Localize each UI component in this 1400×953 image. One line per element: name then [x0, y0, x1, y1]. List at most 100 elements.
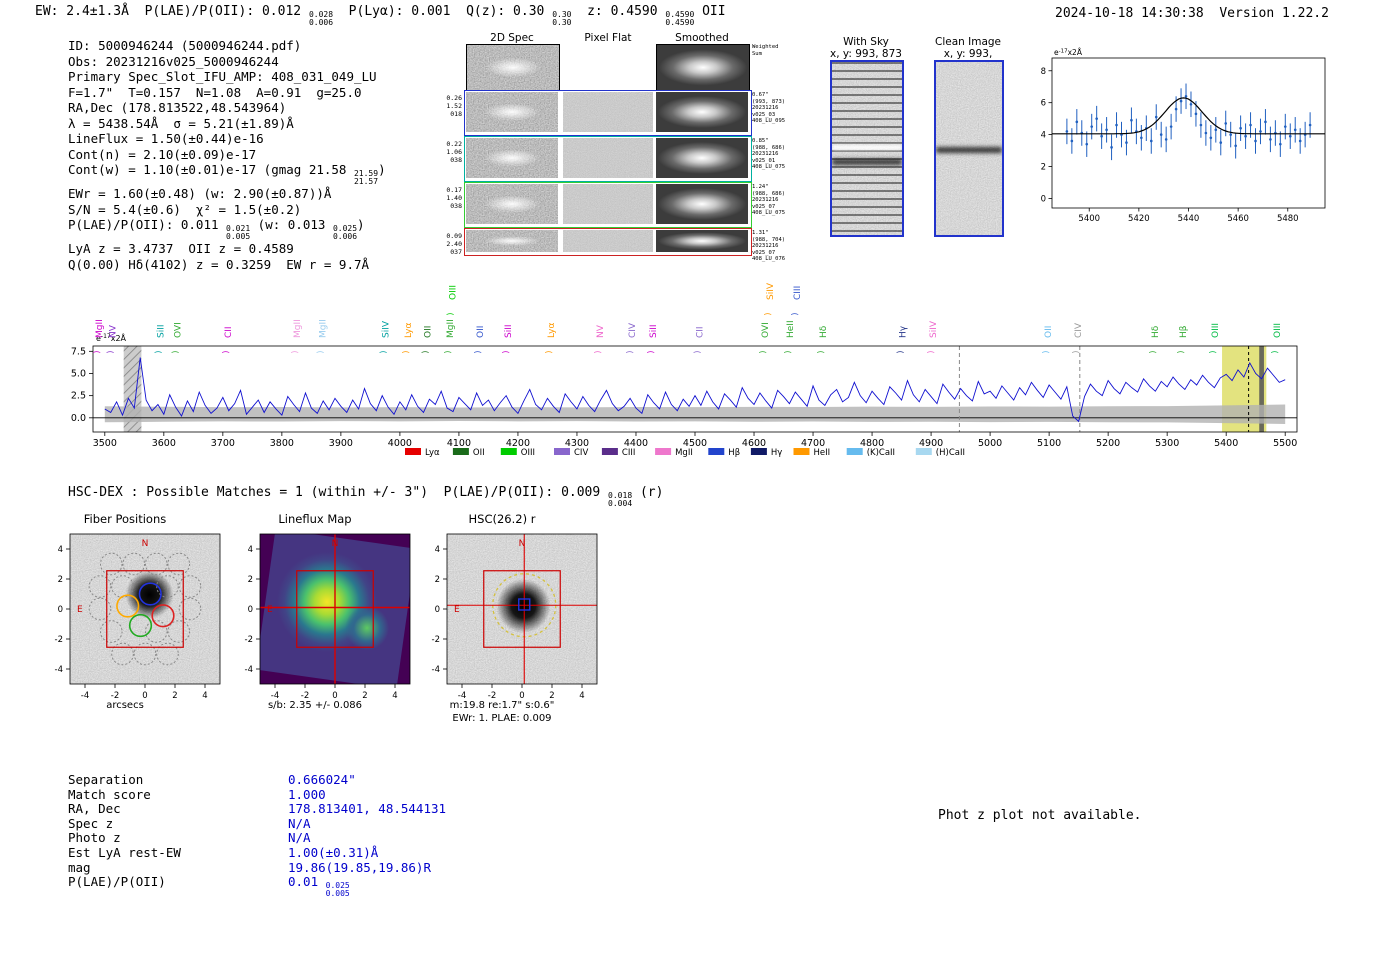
- info-line: ID: 5000946244 (5000946244.pdf): [68, 38, 302, 53]
- line-label-OVI: OVI: [173, 322, 183, 338]
- cutout-tile-spec: [466, 138, 558, 178]
- cutout-row-left-values: 0.26 1.52 018: [446, 94, 462, 118]
- line-label-Hβ: Hβ: [1179, 325, 1189, 338]
- line-label-bracket: ): [105, 350, 114, 353]
- line-label-bracket: ): [593, 350, 602, 353]
- line-label-bracket: ): [92, 350, 101, 353]
- line-label-bracket: ): [1071, 350, 1080, 353]
- info-line: LyA z = 3.4737 OII z = 0.4589: [68, 241, 294, 256]
- stacked-fraction: 21.59 21.57: [353, 169, 379, 186]
- clean-image: [934, 60, 1004, 237]
- cutout-row-right-info: 1.24" (988, 686) 20231216 v025_07 408_LU…: [752, 184, 786, 216]
- line-label-SiII: SiII: [156, 324, 166, 338]
- line-label-CII: CII: [224, 326, 234, 338]
- clean-title: Clean Image: [934, 36, 1002, 48]
- line-label-bracket: ): [1148, 350, 1157, 353]
- match-table-row: mag 19.86(19.85,19.86)R: [68, 860, 446, 876]
- svg-text:(H)CaII: (H)CaII: [936, 448, 965, 458]
- hsc-caption-2: EWr: 1. PLAE: 0.009: [452, 713, 552, 724]
- svg-text:3700: 3700: [211, 438, 235, 449]
- line-label-bracket: ): [926, 350, 935, 353]
- spectrum-legend: Lyα OII OIII CIV CIII MgII Hβ Hγ HeII (K)CaII (H)C…: [405, 448, 965, 458]
- line-label-OIII: OIII: [448, 285, 458, 300]
- line-label-OII: OII: [1044, 326, 1054, 338]
- line-label-HeII: HeII: [786, 320, 796, 338]
- svg-text:3600: 3600: [152, 438, 176, 449]
- svg-text:2: 2: [248, 575, 253, 585]
- north-label: N: [142, 539, 149, 549]
- line-label-bracket: ): [783, 350, 792, 353]
- line-label-NV: NV: [596, 324, 606, 338]
- emission-blob: [466, 138, 558, 178]
- svg-text:Hγ: Hγ: [771, 448, 782, 458]
- emission-line-labels: MgII) NV) SiII) OVI) CII) MgII) MgII) SiIV) Lyα)…: [92, 282, 1283, 353]
- svg-text:8: 8: [1041, 67, 1046, 77]
- cutout-tile-flat: [563, 138, 653, 178]
- line-label-bracket: ): [896, 350, 905, 353]
- match-table: Separation 0.666024" Match score 1.000 RA, D…: [68, 772, 447, 898]
- svg-text:CIV: CIV: [574, 448, 588, 458]
- match-table-label: RA, Dec: [68, 801, 121, 817]
- line-label-bracket: ): [758, 350, 767, 353]
- svg-text:Lyα: Lyα: [425, 448, 440, 458]
- svg-text:2.5: 2.5: [71, 391, 86, 402]
- info-line: Primary Spec_Slot_IFU_AMP: 408_031_049_L…: [68, 69, 377, 84]
- line-label-bracket: ): [1208, 350, 1217, 353]
- full-spectrum-chart: 3500 3600 3700 3800 3900 4000 4100 4200 4300 4400…: [71, 282, 1298, 458]
- withsky-subtitle: x, y: 993, 873: [830, 48, 902, 60]
- line-label-bracket: ): [290, 350, 299, 353]
- summary-header: EW: 2.4±1.3Å P(LAE)/P(OII): 0.012 0.028 0…: [35, 4, 726, 27]
- line-label-SiII: SiII: [504, 324, 514, 338]
- lineflux-map-title: Lineflux Map: [278, 512, 352, 526]
- line-label-MgII: MgII: [95, 319, 105, 338]
- match-table-label: Separation: [68, 772, 144, 787]
- line-label-bracket: ): [544, 350, 553, 353]
- match-table-row: Separation 0.666024": [68, 772, 446, 788]
- line-label-bracket: ): [693, 350, 702, 353]
- match-table-value: 178.813401, 48.544131: [288, 801, 447, 817]
- emission-blob: [466, 230, 558, 252]
- svg-text:OII: OII: [473, 448, 485, 458]
- line-label-bracket: ): [153, 350, 162, 353]
- withsky-image: [830, 60, 904, 237]
- info-line: LineFlux = 1.50(±0.44)e-16: [68, 131, 264, 146]
- report-datetime-version: 2024-10-18 14:30:38 Version 1.22.2: [1055, 6, 1329, 21]
- line-label-CIII: CIII: [793, 286, 803, 300]
- line-label-bracket: ): [790, 312, 799, 315]
- cutout-row-left-values: 0.17 1.40 038: [446, 186, 462, 210]
- hsc-caption-1: m:19.8 re:1.7" s:0.6": [449, 700, 555, 711]
- match-table-label: Est LyA rest-EW: [68, 844, 181, 860]
- cutout-row-left-values: 0.22 1.06 038: [446, 140, 462, 164]
- cutout-row-left-values: 0.09 2.40 037: [446, 232, 462, 256]
- cutout-tile-smooth: [656, 230, 748, 252]
- gaussian-fit-curve: [1052, 97, 1325, 135]
- line-label-bracket: ): [1270, 350, 1279, 353]
- svg-text:2: 2: [1041, 163, 1046, 173]
- line-label-bracket: ): [316, 350, 325, 353]
- detection-info-block: ID: 5000946244 (5000946244.pdf) Obs: 2023…: [68, 38, 386, 272]
- stacked-fraction: 0.018 0.004: [608, 491, 633, 508]
- line-label-bracket: ): [221, 350, 230, 353]
- col-header-pixelflat: Pixel Flat: [584, 32, 632, 44]
- col-header-2dspec: 2D Spec: [490, 32, 534, 44]
- info-line: EWr = 1.60(±0.48) (w: 2.90(±0.87))Å: [68, 186, 332, 201]
- svg-text:4: 4: [248, 545, 253, 555]
- line-label-SiIV: SiIV: [382, 320, 392, 338]
- stacked-fraction: 0.30 0.30: [552, 10, 572, 27]
- source-blob: [125, 570, 174, 619]
- info-line: P(LAE)/P(OII): 0.011 0.021 0.005 (w: 0.01…: [68, 217, 365, 241]
- match-table-value: N/A: [288, 815, 311, 831]
- svg-text:0: 0: [248, 605, 253, 615]
- match-table-row: Spec z N/A: [68, 815, 446, 832]
- line-label-SiII: SiII: [649, 324, 659, 338]
- info-line: Cont(w) = 1.10(±0.01)e-17 (gmag 21.58 21…: [68, 162, 386, 186]
- svg-text:5000: 5000: [978, 438, 1002, 449]
- svg-text:5400: 5400: [1214, 438, 1238, 449]
- cutout-tile-smooth: [656, 92, 748, 132]
- hsc-cutout-title: HSC(26.2) r: [468, 512, 536, 526]
- match-table-label: Spec z: [68, 815, 114, 831]
- svg-text:4: 4: [435, 545, 440, 555]
- cutout-row-right-info: Weighted Sum: [752, 44, 779, 57]
- info-line: λ = 5438.54Å σ = 5.21(±1.89)Å: [68, 115, 294, 131]
- svg-text:4: 4: [58, 545, 63, 555]
